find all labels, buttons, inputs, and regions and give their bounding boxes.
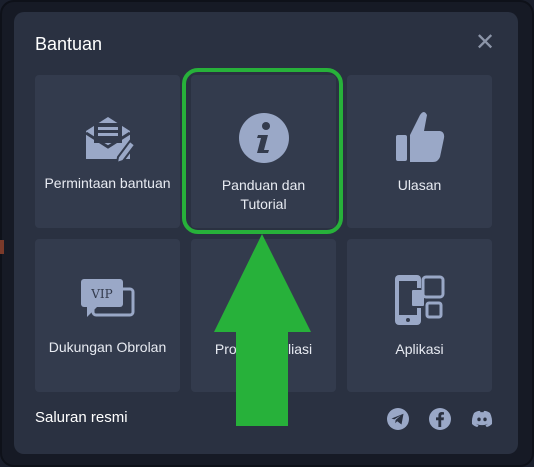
tile-program-afiliasi[interactable]: Program Afiliasi xyxy=(191,239,336,392)
footer-label: Saluran resmi xyxy=(35,409,128,426)
vip-badge-text: VIP xyxy=(90,287,112,301)
envelope-pencil-icon xyxy=(35,113,180,165)
tile-label: Dukungan Obrolan xyxy=(48,339,167,355)
vip-chat-icon: VIP xyxy=(35,275,180,325)
tile-aplikasi[interactable]: Aplikasi xyxy=(347,239,492,392)
tile-label: Panduan dan Tutorial xyxy=(221,177,306,212)
thumbs-up-icon xyxy=(347,109,492,165)
help-modal: Bantuan ✕ Permintaan bantuan Panduan dan… xyxy=(14,12,518,454)
info-icon xyxy=(191,111,336,165)
tile-panduan-dan-tutorial[interactable]: Panduan dan Tutorial xyxy=(191,75,336,228)
close-icon[interactable]: ✕ xyxy=(472,30,498,56)
discord-icon[interactable] xyxy=(470,407,494,431)
facebook-icon[interactable] xyxy=(428,407,452,431)
background-chart-marker xyxy=(0,240,4,254)
tile-label: Permintaan bantuan xyxy=(44,175,171,191)
mobile-apps-icon xyxy=(347,273,492,329)
tile-ulasan[interactable]: Ulasan xyxy=(347,75,492,228)
tile-label: Aplikasi xyxy=(395,341,444,357)
tile-label: Ulasan xyxy=(397,177,442,193)
tile-permintaan-bantuan[interactable]: Permintaan bantuan xyxy=(35,75,180,228)
tile-dukungan-obrolan[interactable]: VIP Dukungan Obrolan xyxy=(35,239,180,392)
modal-title: Bantuan xyxy=(35,34,103,54)
telegram-icon[interactable] xyxy=(386,407,410,431)
tile-label: Program Afiliasi xyxy=(214,341,313,357)
